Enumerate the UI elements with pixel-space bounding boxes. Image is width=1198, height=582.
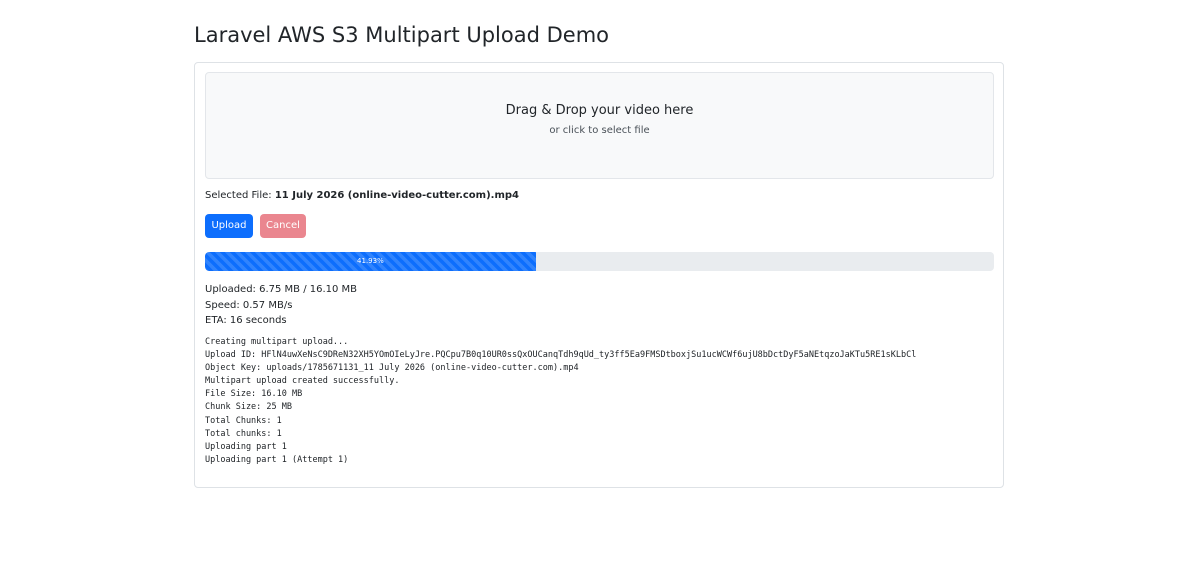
upload-progress: 41.93% bbox=[205, 252, 994, 271]
log-line: Total Chunks: 1 bbox=[205, 415, 282, 426]
log-line: Chunk Size: 25 MB bbox=[205, 402, 292, 413]
log-line: Multipart upload created successfully. bbox=[205, 376, 400, 387]
log-line: Total chunks: 1 bbox=[205, 428, 282, 439]
eta-stat: ETA: 16 seconds bbox=[205, 315, 287, 326]
selected-file-name: 11 July 2026 (online-video-cutter.com).m… bbox=[274, 190, 519, 201]
dropzone-subtitle: or click to select file bbox=[549, 125, 650, 136]
log-line: Uploading part 1 (Attempt 1) bbox=[205, 454, 349, 465]
upload-card: Drag & Drop your video here or click to … bbox=[194, 62, 1004, 488]
upload-log: Creating multipart upload... Upload ID: … bbox=[205, 336, 995, 467]
page-title: Laravel AWS S3 Multipart Upload Demo bbox=[194, 23, 610, 47]
upload-button[interactable]: Upload bbox=[205, 214, 253, 238]
progress-bar: 41.93% bbox=[205, 252, 536, 271]
speed-stat: Speed: 0.57 MB/s bbox=[205, 299, 293, 311]
cancel-button[interactable]: Cancel bbox=[260, 214, 306, 238]
uploaded-stat: Uploaded: 6.75 MB / 16.10 MB bbox=[205, 284, 358, 295]
selected-file-label: Selected File: bbox=[205, 190, 272, 201]
log-line: File Size: 16.10 MB bbox=[205, 389, 303, 400]
log-line: Creating multipart upload... bbox=[205, 337, 349, 347]
log-line: Uploading part 1 bbox=[205, 441, 287, 452]
selected-file: Selected File: 11 July 2026 (online-vide… bbox=[205, 189, 519, 203]
dropzone-title: Drag & Drop your video here bbox=[505, 103, 694, 118]
log-line: Upload ID: HFlN4uwXeNsC9DReN32XH5YOmOIeL… bbox=[205, 350, 917, 361]
log-line: Object Key: uploads/1785671131_11 July 2… bbox=[205, 363, 579, 374]
file-dropzone[interactable]: Drag & Drop your video here or click to … bbox=[205, 72, 994, 179]
upload-stats: Uploaded: 6.75 MB / 16.10 MB Speed: 0.57… bbox=[205, 282, 357, 329]
